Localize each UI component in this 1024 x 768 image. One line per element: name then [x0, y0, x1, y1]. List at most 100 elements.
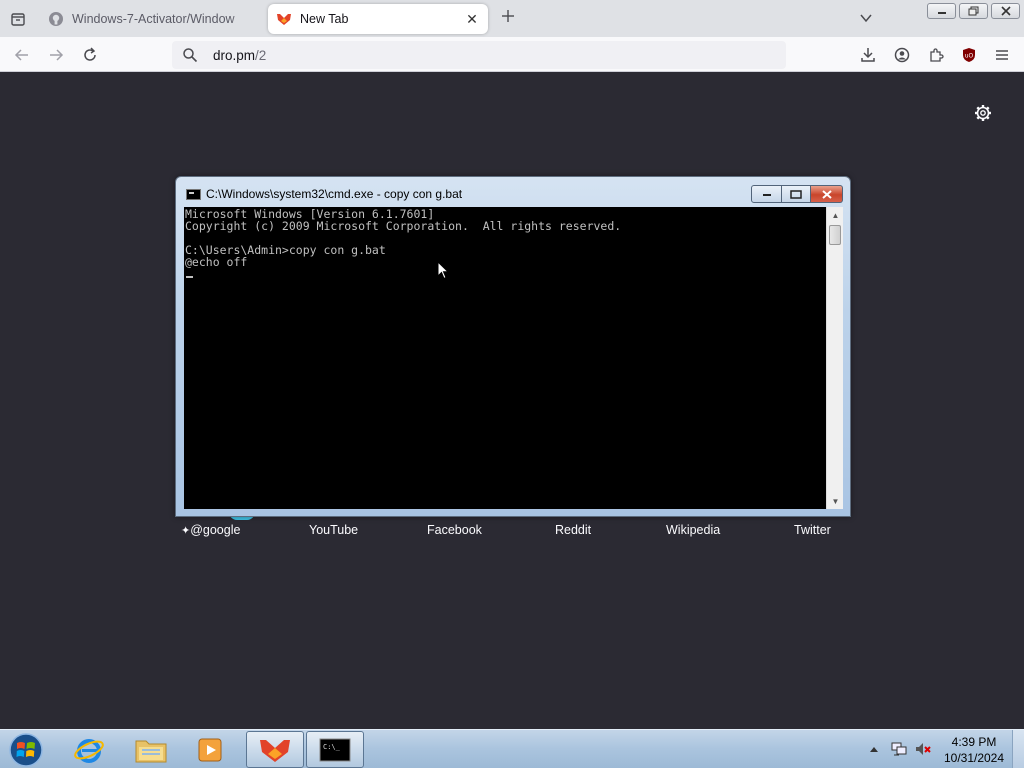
cmd-console[interactable]: Microsoft Windows [Version 6.1.7601] Copy…: [184, 207, 826, 509]
cmd-close-button[interactable]: [811, 185, 843, 203]
restore-icon: [968, 6, 978, 16]
forward-button[interactable]: [46, 45, 66, 65]
svg-text:uO: uO: [965, 53, 974, 60]
tab-title: New Tab: [300, 12, 349, 26]
pin-icon: ✦: [181, 525, 191, 537]
shortcut-label: Twitter: [794, 523, 831, 537]
taskbar-clock[interactable]: 4:39 PM 10/31/2024: [934, 734, 1014, 766]
restore-button[interactable]: [959, 3, 988, 19]
shortcut-label: Facebook: [427, 523, 482, 537]
taskbar-browser[interactable]: [246, 731, 304, 768]
scroll-up-arrow-icon[interactable]: ▲: [827, 207, 844, 223]
clock-time: 4:39 PM: [951, 735, 997, 749]
download-icon: [861, 48, 875, 62]
scroll-down-arrow-icon[interactable]: ▼: [827, 493, 844, 509]
shortcut-youtube[interactable]: YouTube: [309, 523, 358, 537]
maximize-icon: [790, 189, 802, 199]
scrollbar-thumb[interactable]: [829, 225, 841, 245]
internet-explorer-icon: [74, 738, 104, 763]
file-explorer-icon: [135, 740, 167, 762]
shortcut-wikipedia[interactable]: Wikipedia: [666, 523, 720, 537]
github-icon: [49, 12, 63, 26]
tab-new-tab[interactable]: New Tab ✕: [268, 4, 488, 34]
search-icon: [183, 48, 198, 63]
puzzle-icon: [930, 48, 944, 62]
shortcut-google[interactable]: ✦@google: [181, 523, 240, 537]
account-button[interactable]: [892, 45, 912, 65]
shortcut-label: YouTube: [309, 523, 359, 537]
list-all-tabs-button[interactable]: [858, 10, 874, 26]
gear-icon[interactable]: [973, 103, 993, 123]
tab-bar: Windows-7-Activator/Window New Tab ✕: [0, 0, 1024, 37]
url-host: dro.pm: [213, 48, 256, 63]
hamburger-menu-icon: [996, 50, 1008, 60]
cmd-icon: [186, 188, 201, 200]
tab-list-button[interactable]: [6, 8, 30, 30]
account-icon: [894, 47, 910, 63]
cmd-scrollbar[interactable]: ▲ ▼: [826, 207, 843, 509]
taskbar-media-player[interactable]: [182, 731, 240, 768]
taskbar-file-explorer[interactable]: [122, 731, 180, 768]
url-path: /2: [255, 48, 267, 63]
ublock-shield-icon: uO: [963, 48, 975, 62]
cmd-window-controls: [751, 185, 843, 203]
shortcut-reddit[interactable]: Reddit: [555, 523, 591, 537]
cmd-minimize-button[interactable]: [751, 185, 782, 203]
console-line: @echo off: [185, 255, 248, 269]
back-button[interactable]: [12, 45, 32, 65]
shortcut-facebook[interactable]: Facebook: [427, 523, 482, 537]
url-text: dro.pm/2: [213, 48, 266, 63]
text-cursor: [186, 276, 193, 278]
clock-date: 10/31/2024: [943, 751, 1005, 765]
volume-muted-icon[interactable]: [914, 740, 932, 758]
svg-text:C:\_: C:\_: [323, 743, 341, 751]
show-hidden-icons-icon[interactable]: [869, 745, 879, 753]
new-tab-button[interactable]: [498, 8, 518, 28]
show-desktop-button[interactable]: [1012, 730, 1024, 768]
shortcut-label: Reddit: [555, 523, 592, 537]
cmd-titlebar[interactable]: C:\Windows\system32\cmd.exe - copy con g…: [186, 186, 462, 202]
close-window-button[interactable]: [991, 3, 1020, 19]
minimize-button[interactable]: [927, 3, 956, 19]
console-line: C:\Users\Admin>copy con g.bat: [185, 243, 386, 257]
cmd-maximize-button[interactable]: [782, 185, 811, 203]
minimize-icon: [762, 194, 771, 196]
close-icon: [1000, 6, 1011, 16]
start-button[interactable]: [6, 732, 46, 768]
taskbar-cmd[interactable]: C:\_: [306, 731, 364, 768]
extensions-button[interactable]: [926, 45, 946, 65]
media-player-icon: [198, 738, 222, 761]
app-menu-button[interactable]: [992, 45, 1012, 65]
shortcut-label: Wikipedia: [666, 523, 721, 537]
tab-windows-7-activator[interactable]: Windows-7-Activator/Window: [40, 4, 266, 34]
browser-app-icon: [260, 739, 290, 762]
reload-button[interactable]: [80, 45, 100, 65]
forward-arrow-icon: [50, 49, 64, 61]
chevron-down-icon: [860, 14, 872, 23]
reload-icon: [84, 47, 96, 61]
network-icon[interactable]: [890, 740, 908, 758]
url-bar[interactable]: dro.pm/2: [172, 41, 786, 69]
shortcut-label: @google: [190, 523, 241, 537]
shortcut-twitter[interactable]: Twitter: [794, 523, 831, 537]
gitlab-like-fox-icon: [277, 14, 291, 25]
plus-icon: [502, 10, 514, 22]
close-tab-icon[interactable]: ✕: [464, 11, 480, 27]
close-icon: [821, 189, 832, 199]
mouse-pointer-icon: [437, 261, 449, 280]
cmd-window-title: C:\Windows\system32\cmd.exe - copy con g…: [206, 187, 463, 201]
navigation-bar: dro.pm/2 uO: [0, 37, 1024, 72]
taskbar-internet-explorer[interactable]: [60, 731, 118, 768]
downloads-button[interactable]: [858, 45, 878, 65]
cmd-icon: C:\_: [319, 738, 351, 761]
taskbar: C:\_ 4:39 PM 10/31/2024: [0, 729, 1024, 768]
back-arrow-icon: [14, 49, 28, 61]
cmd-window[interactable]: C:\Windows\system32\cmd.exe - copy con g…: [175, 176, 851, 517]
console-line: Copyright (c) 2009 Microsoft Corporation…: [185, 219, 622, 233]
cmd-output: Microsoft Windows [Version 6.1.7601] Copy…: [185, 208, 621, 268]
minimize-icon: [937, 12, 946, 14]
tab-list-icon: [11, 13, 25, 26]
tab-title: Windows-7-Activator/Window: [72, 12, 235, 26]
window-controls: [927, 3, 1020, 19]
ublock-origin-button[interactable]: uO: [959, 45, 979, 65]
